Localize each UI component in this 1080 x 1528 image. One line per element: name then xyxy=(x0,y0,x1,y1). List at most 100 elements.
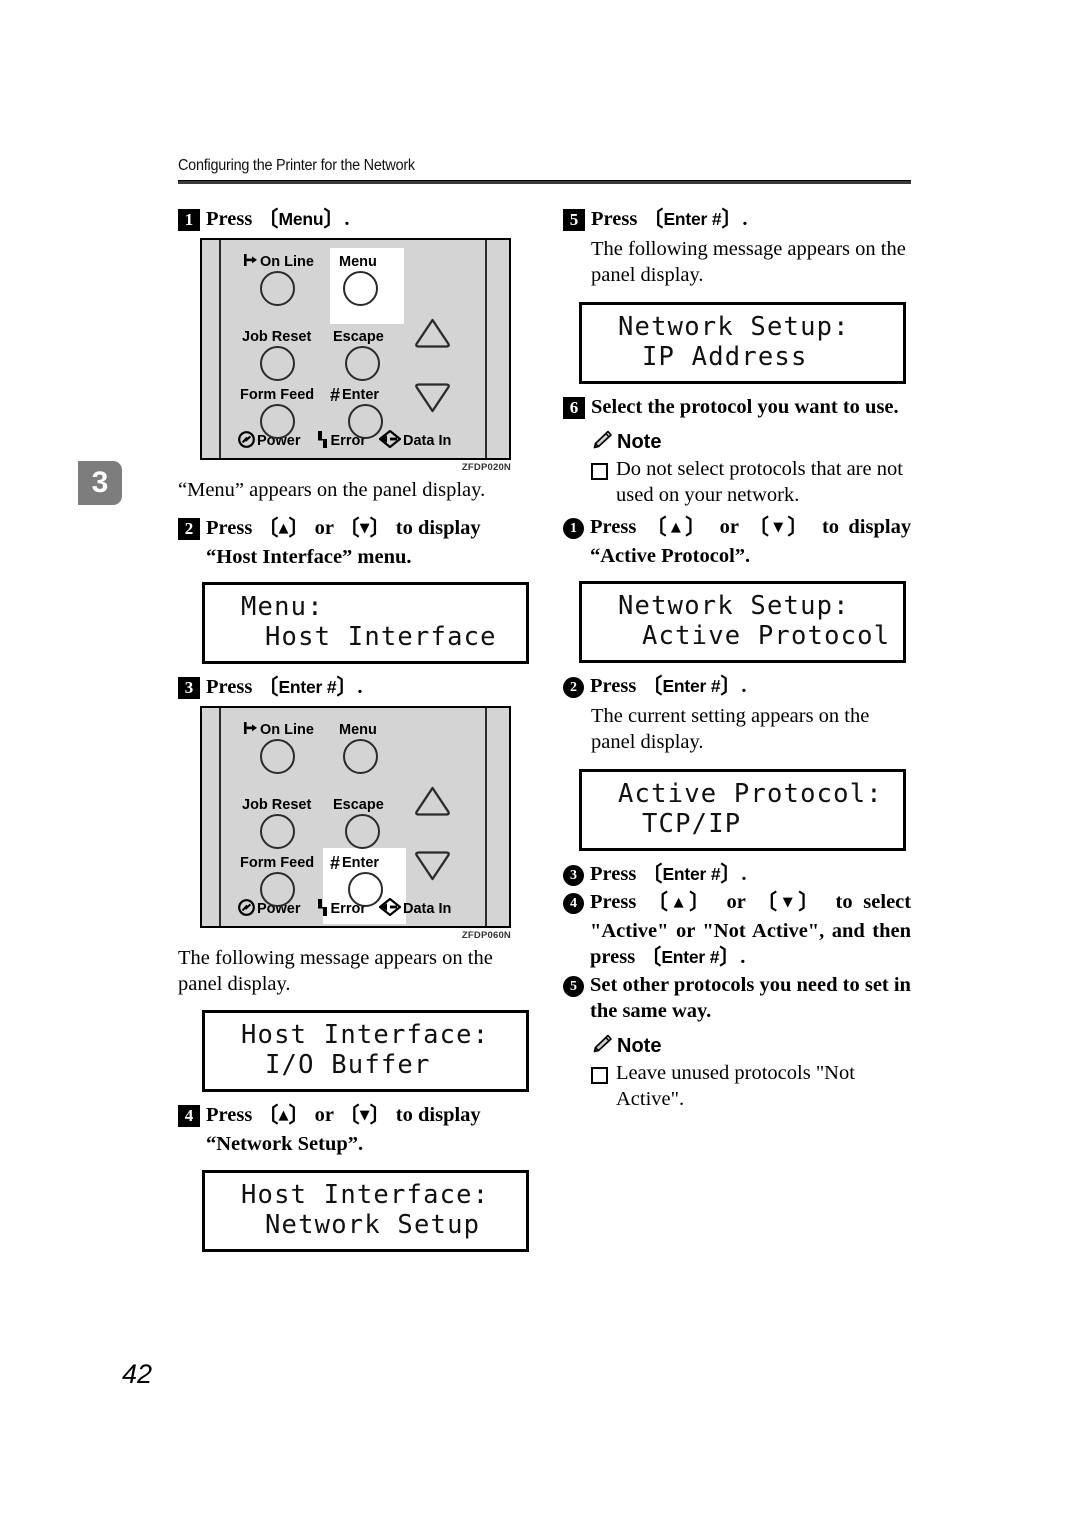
menu-button[interactable] xyxy=(343,271,378,306)
escape-button-group[interactable]: Escape xyxy=(333,797,384,849)
panel-figure-2: On Line Menu Job Reset Escape Form Feed … xyxy=(200,706,520,941)
bracket-open-icon: 〔 xyxy=(257,208,279,231)
down-triangle-icon[interactable] xyxy=(414,383,451,418)
step-6-number: 6 xyxy=(563,397,585,419)
lcd-line-1: Menu: xyxy=(241,592,324,622)
online-button[interactable] xyxy=(260,739,295,774)
escape-label-text: Escape xyxy=(333,329,384,345)
jobreset-button-group[interactable]: Job Reset xyxy=(242,329,311,381)
formfeed-button[interactable] xyxy=(260,404,295,439)
formfeed-label-text: Form Feed xyxy=(240,387,315,403)
note-block-1: Note Do not select protocols that are no… xyxy=(591,430,911,508)
down-arrow-key-glyph: ▼ xyxy=(773,520,788,535)
substep-3-number: 3 xyxy=(563,865,584,886)
bracket-open-icon: 〔 xyxy=(647,891,674,914)
formfeed-button-group[interactable]: Form Feed xyxy=(240,855,314,907)
substep-2-body: The current setting appears on the panel… xyxy=(591,705,870,753)
up-triangle-icon[interactable] xyxy=(414,786,451,821)
escape-label-text: Escape xyxy=(333,797,384,813)
enter-button[interactable] xyxy=(348,404,383,439)
step-6-title: Select the protocol you want to use. xyxy=(591,396,899,418)
down-triangle-icon[interactable] xyxy=(414,851,451,886)
menu-button-group[interactable]: Menu xyxy=(339,254,378,306)
enter-label-text: Enter xyxy=(342,855,380,871)
jobreset-button-group[interactable]: Job Reset xyxy=(242,797,311,849)
datain-label-text: Data In xyxy=(402,901,452,917)
manual-page: Configuring the Printer for the Network … xyxy=(0,0,1080,1528)
note-item-1: Do not select protocols that are not use… xyxy=(591,456,911,508)
substep-5-title: Set other protocols you need to set in t… xyxy=(590,974,911,1022)
escape-button-group[interactable]: Escape xyxy=(333,329,384,381)
bracket-open-icon: 〔 xyxy=(747,516,774,539)
running-head-text: Configuring the Printer for the Network xyxy=(178,157,415,174)
lcd-display-host-interface-network-setup: Host Interface: Network Setup xyxy=(202,1170,529,1252)
note-bullet-square-icon xyxy=(591,463,608,480)
formfeed-button[interactable] xyxy=(260,872,295,907)
note-item-1-text: Do not select protocols that are not use… xyxy=(616,458,903,506)
header-rule xyxy=(178,180,911,184)
substep-4: 4 Press 〔▲〕 or 〔▼〕 to select "Active" or… xyxy=(563,889,911,970)
panel-divider-right xyxy=(484,240,487,458)
bracket-close-icon: 〕 xyxy=(719,946,741,969)
online-label-text: On Line xyxy=(260,254,314,270)
substep-2-number: 2 xyxy=(563,677,584,698)
operation-panel-2: On Line Menu Job Reset Escape Form Feed … xyxy=(200,706,511,928)
bracket-open-icon: 〔 xyxy=(756,891,783,914)
step-2-press-word: Press xyxy=(206,517,253,539)
bracket-open-icon: 〔 xyxy=(338,1104,360,1127)
online-label-text: On Line xyxy=(260,722,314,738)
online-button-group[interactable]: On Line xyxy=(244,722,314,774)
online-button[interactable] xyxy=(260,271,295,306)
bracket-close-icon: 〕 xyxy=(720,675,742,698)
enter-button[interactable] xyxy=(348,872,383,907)
substep-1-title: Press 〔▲〕 or 〔▼〕 to display “Active Prot… xyxy=(590,514,911,569)
substep-3-key: Enter # xyxy=(662,864,721,884)
enter-button-group[interactable]: # Enter xyxy=(330,854,383,907)
lcd-line-2: IP Address xyxy=(642,342,808,372)
online-button-group[interactable]: On Line xyxy=(244,254,314,306)
jobreset-label-text: Job Reset xyxy=(242,797,312,813)
substep-2-period: . xyxy=(741,675,747,697)
menu-button[interactable] xyxy=(343,739,378,774)
menu-button-label: Menu xyxy=(339,722,378,738)
figure-caption-2: ZFDP060N xyxy=(461,930,511,941)
up-triangle-icon[interactable] xyxy=(414,318,451,353)
formfeed-label-text: Form Feed xyxy=(240,855,315,871)
step-5-body: The following message appears on the pan… xyxy=(591,238,906,286)
escape-button[interactable] xyxy=(345,814,380,849)
note-label-1: Note xyxy=(617,430,662,453)
bracket-close-icon: 〕 xyxy=(369,517,391,540)
substep-1: 1 Press 〔▲〕 or 〔▼〕 to display “Active Pr… xyxy=(563,514,911,569)
enter-label-text: Enter xyxy=(342,387,380,403)
escape-button[interactable] xyxy=(345,346,380,381)
bracket-open-icon: 〔 xyxy=(640,946,662,969)
menu-button-group[interactable]: Menu xyxy=(339,722,378,774)
jobreset-button[interactable] xyxy=(260,346,295,381)
substep-3: 3 Press 〔Enter #〕. xyxy=(563,861,911,887)
bracket-close-icon: 〕 xyxy=(288,1104,310,1127)
note-item-2: Leave unused protocols "Not Active". xyxy=(591,1060,911,1112)
step-3-result-text: The following message appears on the pan… xyxy=(178,947,493,995)
formfeed-button-group[interactable]: Form Feed xyxy=(240,387,314,439)
figure-caption-1: ZFDP020N xyxy=(461,462,511,473)
step-2-number: 2 xyxy=(178,518,200,540)
lcd-display-active-protocol-tcpip: Active Protocol: TCP/IP xyxy=(579,769,906,851)
bracket-close-icon: 〕 xyxy=(685,516,711,539)
enter-button-group[interactable]: # Enter xyxy=(330,386,383,439)
lcd-line-1: Host Interface: xyxy=(241,1020,490,1050)
note-bullet-square-icon xyxy=(591,1067,608,1084)
note-item-2-text: Leave unused protocols "Not Active". xyxy=(616,1062,855,1110)
panel-divider-right xyxy=(484,708,487,926)
lcd-display-network-setup-active-protocol: Network Setup: Active Protocol xyxy=(579,581,906,663)
menu-label-text: Menu xyxy=(339,722,377,738)
step-4: 4 Press 〔▲〕 or 〔▼〕 to display “Network S… xyxy=(178,1102,526,1157)
step-5-key: Enter # xyxy=(663,209,722,229)
jobreset-button[interactable] xyxy=(260,814,295,849)
bracket-open-icon: 〔 xyxy=(641,675,663,698)
lcd-display-host-interface-io-buffer: Host Interface: I/O Buffer xyxy=(202,1010,529,1092)
step-1-title: Press 〔Menu〕. xyxy=(206,206,349,232)
lcd-line-1: Network Setup: xyxy=(618,591,850,621)
substep-4-number: 4 xyxy=(563,893,584,914)
substep-3-period: . xyxy=(741,863,747,885)
note-label-2: Note xyxy=(617,1034,662,1057)
